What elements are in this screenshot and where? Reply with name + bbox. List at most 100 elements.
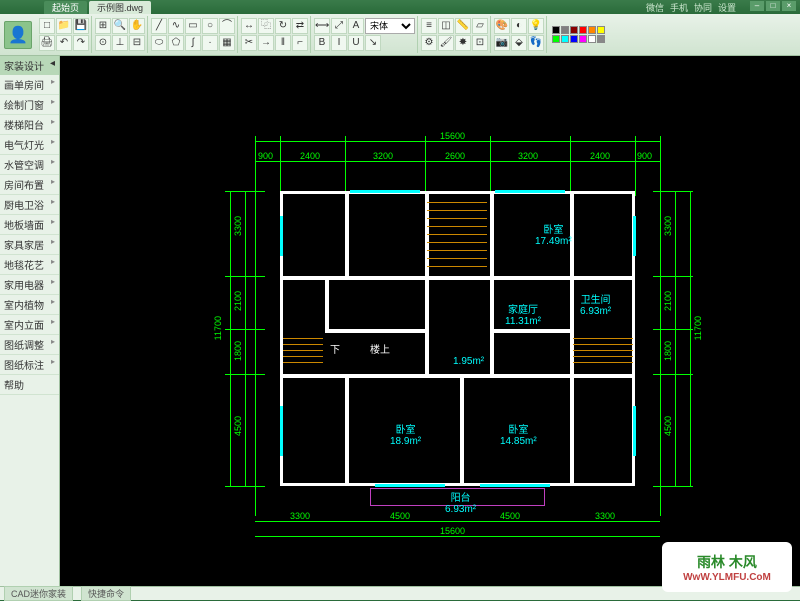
fillet-tool[interactable]: ⌐ [292, 35, 308, 51]
bold-button[interactable]: B [314, 35, 330, 51]
color-red[interactable] [579, 26, 587, 34]
color-orange[interactable] [588, 26, 596, 34]
polyline-tool[interactable]: ∿ [168, 18, 184, 34]
sidebar-item-adjust[interactable]: 图纸调整▸ [0, 335, 59, 355]
material-button[interactable]: ◐ [511, 18, 527, 34]
dim-aligned-tool[interactable]: ⤢ [331, 18, 347, 34]
ext-line [255, 136, 256, 516]
color-yellow[interactable] [597, 26, 605, 34]
ellipse-tool[interactable]: ⬭ [151, 35, 167, 51]
open-button[interactable]: 📁 [56, 18, 72, 34]
text-tool[interactable]: A [348, 18, 364, 34]
sidebar-item-electric[interactable]: 电气灯光▸ [0, 135, 59, 155]
area-tool[interactable]: ▱ [472, 18, 488, 34]
link-settings[interactable]: 设置 [718, 1, 736, 14]
circle-tool[interactable]: ○ [202, 18, 218, 34]
offset-tool[interactable]: ‖ [275, 35, 291, 51]
sidebar-item-elevation[interactable]: 室内立面▸ [0, 315, 59, 335]
sidebar-item-doorwindow[interactable]: 绘制门窗▸ [0, 95, 59, 115]
font-select[interactable]: 宋体 [365, 18, 415, 34]
drawing-canvas[interactable]: 15600 900 2400 3200 2600 3200 2400 900 1… [60, 56, 800, 586]
sidebar-item-annotate[interactable]: 图纸标注▸ [0, 355, 59, 375]
sidebar-item-help[interactable]: 帮助 [0, 375, 59, 395]
underline-button[interactable]: U [348, 35, 364, 51]
polygon-tool[interactable]: ⬠ [168, 35, 184, 51]
color-gray[interactable] [561, 26, 569, 34]
model-tab[interactable]: CAD迷你家装 [4, 586, 73, 601]
sidebar-item-plumbing[interactable]: 水管空调▸ [0, 155, 59, 175]
link-mobile[interactable]: 手机 [670, 1, 688, 14]
zoom-window-button[interactable]: 🔍 [112, 18, 128, 34]
trim-tool[interactable]: ✂ [241, 35, 257, 51]
tab-start[interactable]: 起始页 [44, 1, 87, 14]
tab-document[interactable]: 示例图.dwg [89, 1, 151, 14]
italic-button[interactable]: I [331, 35, 347, 51]
maximize-button[interactable]: □ [766, 1, 780, 11]
color-magenta[interactable] [579, 35, 587, 43]
properties-button[interactable]: ⚙ [421, 35, 437, 51]
camera-button[interactable]: 📷 [494, 35, 510, 51]
dim-text: 900 [258, 151, 273, 161]
sidebar-item-carpet[interactable]: 地毯花艺▸ [0, 255, 59, 275]
print-button[interactable]: 🖨 [39, 35, 55, 51]
sidebar-item-plant[interactable]: 室内植物▸ [0, 295, 59, 315]
app-avatar-icon[interactable]: 👤 [4, 21, 32, 49]
line-tool[interactable]: ╱ [151, 18, 167, 34]
close-button[interactable]: × [782, 1, 796, 11]
ortho-button[interactable]: ⊥ [112, 35, 128, 51]
sidebar-item-furniture[interactable]: 家具家居▸ [0, 235, 59, 255]
block-button[interactable]: ◫ [438, 18, 454, 34]
layer-button[interactable]: ≡ [421, 18, 437, 34]
hatch-tool[interactable]: ▦ [219, 35, 235, 51]
dim-text: 1800 [233, 341, 243, 361]
explode-button[interactable]: ✸ [455, 35, 471, 51]
color-black[interactable] [552, 26, 560, 34]
dim-text: 2600 [445, 151, 465, 161]
leader-tool[interactable]: ↘ [365, 35, 381, 51]
spline-tool[interactable]: ∫ [185, 35, 201, 51]
grid-button[interactable]: ⊟ [129, 35, 145, 51]
color-blue[interactable] [570, 35, 578, 43]
wall [325, 329, 425, 333]
sidebar-item-stair[interactable]: 楼梯阳台▸ [0, 115, 59, 135]
link-wechat[interactable]: 微信 [646, 1, 664, 14]
sidebar-item-kitchen[interactable]: 厨电卫浴▸ [0, 195, 59, 215]
pan-button[interactable]: ✋ [129, 18, 145, 34]
match-button[interactable]: 🖌 [438, 35, 454, 51]
sidebar-item-room[interactable]: 画单房间▸ [0, 75, 59, 95]
color-cyan[interactable] [561, 35, 569, 43]
group-button[interactable]: ⊡ [472, 35, 488, 51]
minimize-button[interactable]: – [750, 1, 764, 11]
rotate-tool[interactable]: ↻ [275, 18, 291, 34]
undo-button[interactable]: ↶ [56, 35, 72, 51]
light-button[interactable]: 💡 [528, 18, 544, 34]
extend-tool[interactable]: → [258, 35, 274, 51]
view3d-button[interactable]: ⬙ [511, 35, 527, 51]
wall [490, 329, 570, 333]
zoom-extents-button[interactable]: ⊞ [95, 18, 111, 34]
sidebar-item-layout[interactable]: 房间布置▸ [0, 175, 59, 195]
layout-tab[interactable]: 快捷命令 [81, 586, 131, 601]
sidebar-item-floorwall[interactable]: 地板墙面▸ [0, 215, 59, 235]
render-button[interactable]: 🎨 [494, 18, 510, 34]
color-midgray[interactable] [597, 35, 605, 43]
move-tool[interactable]: ↔ [241, 18, 257, 34]
dim-linear-tool[interactable]: ⟷ [314, 18, 330, 34]
new-button[interactable]: □ [39, 18, 55, 34]
color-darkred[interactable] [570, 26, 578, 34]
measure-tool[interactable]: 📏 [455, 18, 471, 34]
walkthrough-button[interactable]: 👣 [528, 35, 544, 51]
color-green[interactable] [552, 35, 560, 43]
point-tool[interactable]: · [202, 35, 218, 51]
rectangle-tool[interactable]: ▭ [185, 18, 201, 34]
arc-tool[interactable]: ⌒ [219, 18, 235, 34]
sidebar-item-appliance[interactable]: 家用电器▸ [0, 275, 59, 295]
mirror-tool[interactable]: ⇄ [292, 18, 308, 34]
osnap-button[interactable]: ⊙ [95, 35, 111, 51]
redo-button[interactable]: ↷ [73, 35, 89, 51]
link-collab[interactable]: 协同 [694, 1, 712, 14]
sidebar-header[interactable]: 家装设计◂ [0, 56, 59, 75]
save-button[interactable]: 💾 [73, 18, 89, 34]
color-white[interactable] [588, 35, 596, 43]
copy-tool[interactable]: ⿻ [258, 18, 274, 34]
